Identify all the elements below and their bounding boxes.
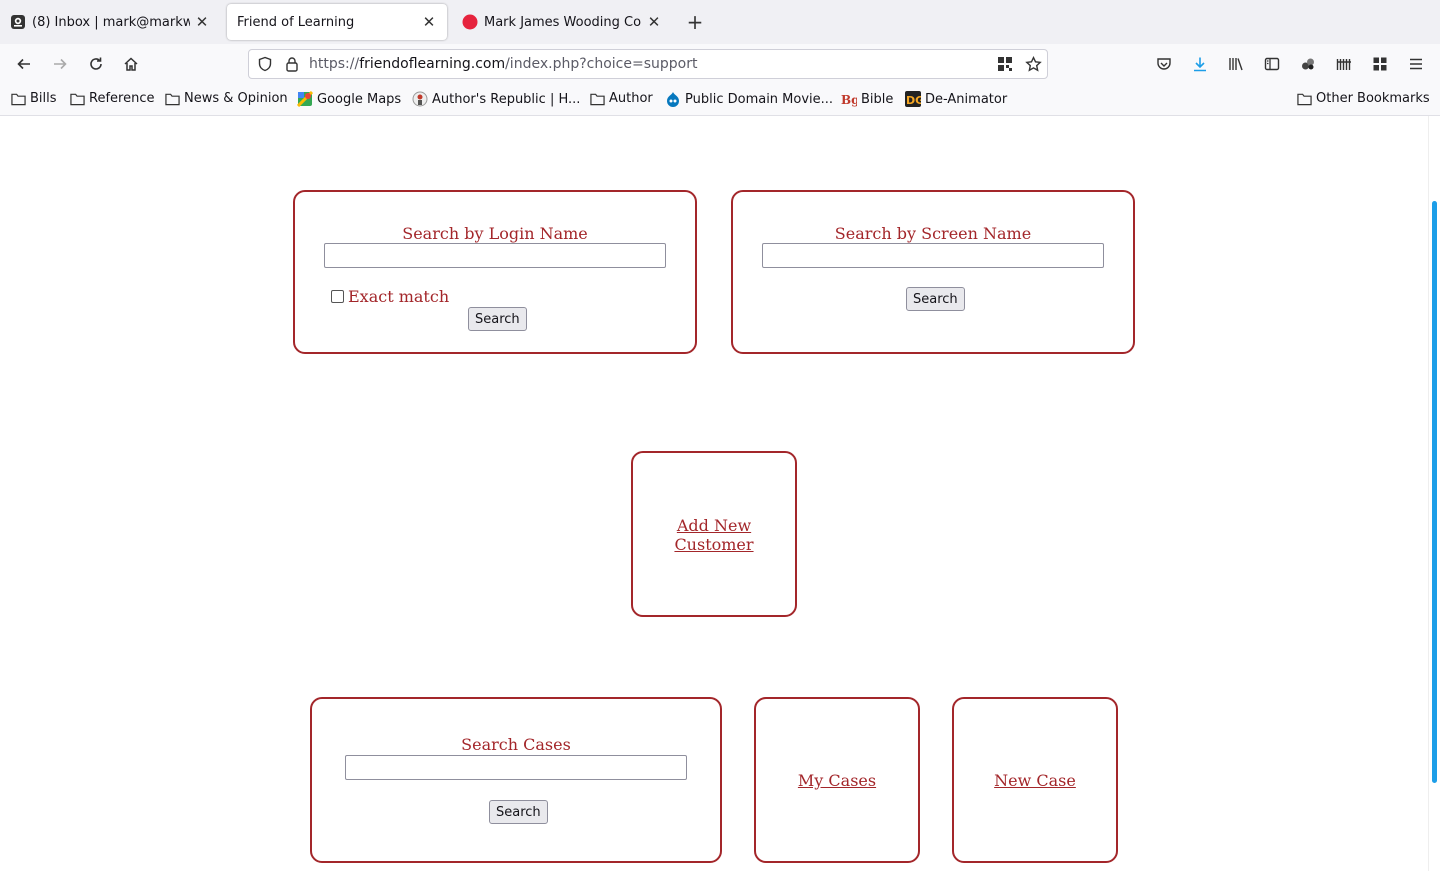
reload-icon[interactable] xyxy=(84,52,108,76)
bookmark-label: Bible xyxy=(861,91,894,107)
tab-label: (8) Inbox | mark@markwoodingcompany.com xyxy=(32,14,190,30)
back-arrow-icon[interactable] xyxy=(12,52,36,76)
folder-icon xyxy=(11,92,26,106)
bookmarks-bar: Bills Reference News & Opinion Google Ma… xyxy=(0,84,1440,116)
url-prefix: https:// xyxy=(309,56,360,72)
tab-label: Friend of Learning xyxy=(237,14,355,30)
bookmark-star-icon[interactable] xyxy=(1025,55,1042,77)
add-customer-line1: Add New xyxy=(676,516,752,535)
bookmark-bible[interactable]: Bg Bible xyxy=(841,91,894,108)
qr-code-icon[interactable] xyxy=(997,56,1013,76)
case-search-box: Search Cases Search xyxy=(310,697,722,863)
bookmark-label: Google Maps xyxy=(317,91,402,107)
bookmark-label: Reference xyxy=(89,91,155,106)
sidebar-icon[interactable] xyxy=(1260,52,1284,76)
case-search-button[interactable]: Search xyxy=(489,800,548,824)
maps-icon xyxy=(297,91,313,107)
scrollbar-thumb[interactable] xyxy=(1432,201,1437,783)
url-text: https://friendoflearning.com/index.php?c… xyxy=(309,56,697,72)
close-tab-icon[interactable]: ✕ xyxy=(421,13,437,31)
forward-arrow-icon[interactable] xyxy=(48,52,72,76)
login-search-button[interactable]: Search xyxy=(468,307,527,331)
tracking-shield-icon[interactable] xyxy=(257,56,273,76)
login-name-input[interactable] xyxy=(324,243,666,268)
extensions-grid-icon[interactable] xyxy=(1368,52,1392,76)
container-tabs-icon[interactable] xyxy=(1332,52,1356,76)
login-search-title: Search by Login Name xyxy=(402,224,588,243)
pocket-icon[interactable] xyxy=(1152,52,1176,76)
hamburger-menu-icon[interactable] xyxy=(1404,52,1428,76)
downloads-icon[interactable] xyxy=(1188,52,1212,76)
tab-friend-of-learning[interactable]: Friend of Learning ✕ xyxy=(227,4,447,40)
tab-mark-james-wooding[interactable]: Mark James Wooding Company ✕ xyxy=(452,0,672,44)
tab-inbox[interactable]: (8) Inbox | mark@markwoodingcompany.com … xyxy=(0,0,220,44)
folder-icon xyxy=(165,92,180,106)
folder-icon xyxy=(590,92,605,106)
bookmark-bills[interactable]: Bills xyxy=(11,91,57,106)
add-new-customer-link[interactable]: Add New Customer xyxy=(633,516,795,554)
bookmark-public-domain-movies[interactable]: Public Domain Movie... xyxy=(665,91,833,107)
bookmark-label: News & Opinion xyxy=(184,91,288,106)
case-search-title: Search Cases xyxy=(461,735,571,754)
vertical-scrollbar[interactable] xyxy=(1428,116,1440,871)
bookmark-google-maps[interactable]: Google Maps xyxy=(297,91,401,107)
bookmark-author[interactable]: Author xyxy=(590,91,653,106)
new-tab-plus-icon[interactable]: + xyxy=(684,10,706,34)
exact-match-label: Exact match xyxy=(348,287,450,306)
case-search-input[interactable] xyxy=(345,755,687,780)
extension-icon[interactable] xyxy=(1296,52,1320,76)
bookmark-label: Public Domain Movie... xyxy=(685,91,834,107)
folder-icon xyxy=(70,92,85,106)
bookmark-label: De-Animator xyxy=(925,91,1008,107)
url-bar[interactable]: https://friendoflearning.com/index.php?c… xyxy=(248,49,1048,79)
page-content: Search by Login Name Exact match Search … xyxy=(0,116,1428,871)
other-bookmarks[interactable]: Other Bookmarks xyxy=(1297,91,1430,106)
bookmark-reference[interactable]: Reference xyxy=(70,91,154,106)
bible-icon: Bg xyxy=(841,91,857,107)
url-host: friendoflearning.com xyxy=(359,56,506,72)
tab-label: Mark James Wooding Company xyxy=(484,14,642,30)
mail-icon xyxy=(10,14,26,30)
screen-search-title: Search by Screen Name xyxy=(834,224,1032,243)
screen-search-button[interactable]: Search xyxy=(906,287,965,311)
authors-republic-icon xyxy=(412,91,428,107)
my-cases-box: My Cases xyxy=(754,697,920,863)
screen-name-input[interactable] xyxy=(762,243,1104,268)
red-dot-icon xyxy=(462,14,478,30)
add-customer-box: Add New Customer xyxy=(631,451,797,617)
drupal-icon xyxy=(665,91,681,107)
my-cases-link[interactable]: My Cases xyxy=(756,771,918,790)
bookmark-authors-republic[interactable]: Author's Republic | H... xyxy=(412,91,580,107)
new-case-link[interactable]: New Case xyxy=(954,771,1116,790)
screen-search-box: Search by Screen Name Search xyxy=(731,190,1135,354)
checkbox-icon[interactable] xyxy=(331,290,344,303)
close-tab-icon[interactable]: ✕ xyxy=(646,13,662,31)
bookmark-label: Author xyxy=(609,91,653,106)
lock-icon[interactable] xyxy=(284,56,300,76)
add-customer-line2: Customer xyxy=(674,535,754,554)
svg-text:DG: DG xyxy=(906,94,921,107)
navigation-bar: https://friendoflearning.com/index.php?c… xyxy=(0,44,1440,84)
close-tab-icon[interactable]: ✕ xyxy=(194,13,210,31)
bookmark-news-opinion[interactable]: News & Opinion xyxy=(165,91,288,106)
exact-match-checkbox[interactable]: Exact match xyxy=(331,287,449,306)
bookmark-label: Bills xyxy=(30,91,57,106)
bookmark-label: Author's Republic | H... xyxy=(432,91,581,107)
svg-text:Bg: Bg xyxy=(841,93,857,107)
login-search-box: Search by Login Name Exact match Search xyxy=(293,190,697,354)
bookmark-de-animator[interactable]: DG De-Animator xyxy=(905,91,1007,107)
bookmark-label: Other Bookmarks xyxy=(1316,91,1430,106)
home-icon[interactable] xyxy=(119,52,143,76)
url-path: /index.php?choice=support xyxy=(505,56,698,72)
folder-icon xyxy=(1297,92,1312,106)
new-case-box: New Case xyxy=(952,697,1118,863)
deanimator-icon: DG xyxy=(905,91,921,107)
tab-strip: (8) Inbox | mark@markwoodingcompany.com … xyxy=(0,0,1440,44)
library-icon[interactable] xyxy=(1224,52,1248,76)
